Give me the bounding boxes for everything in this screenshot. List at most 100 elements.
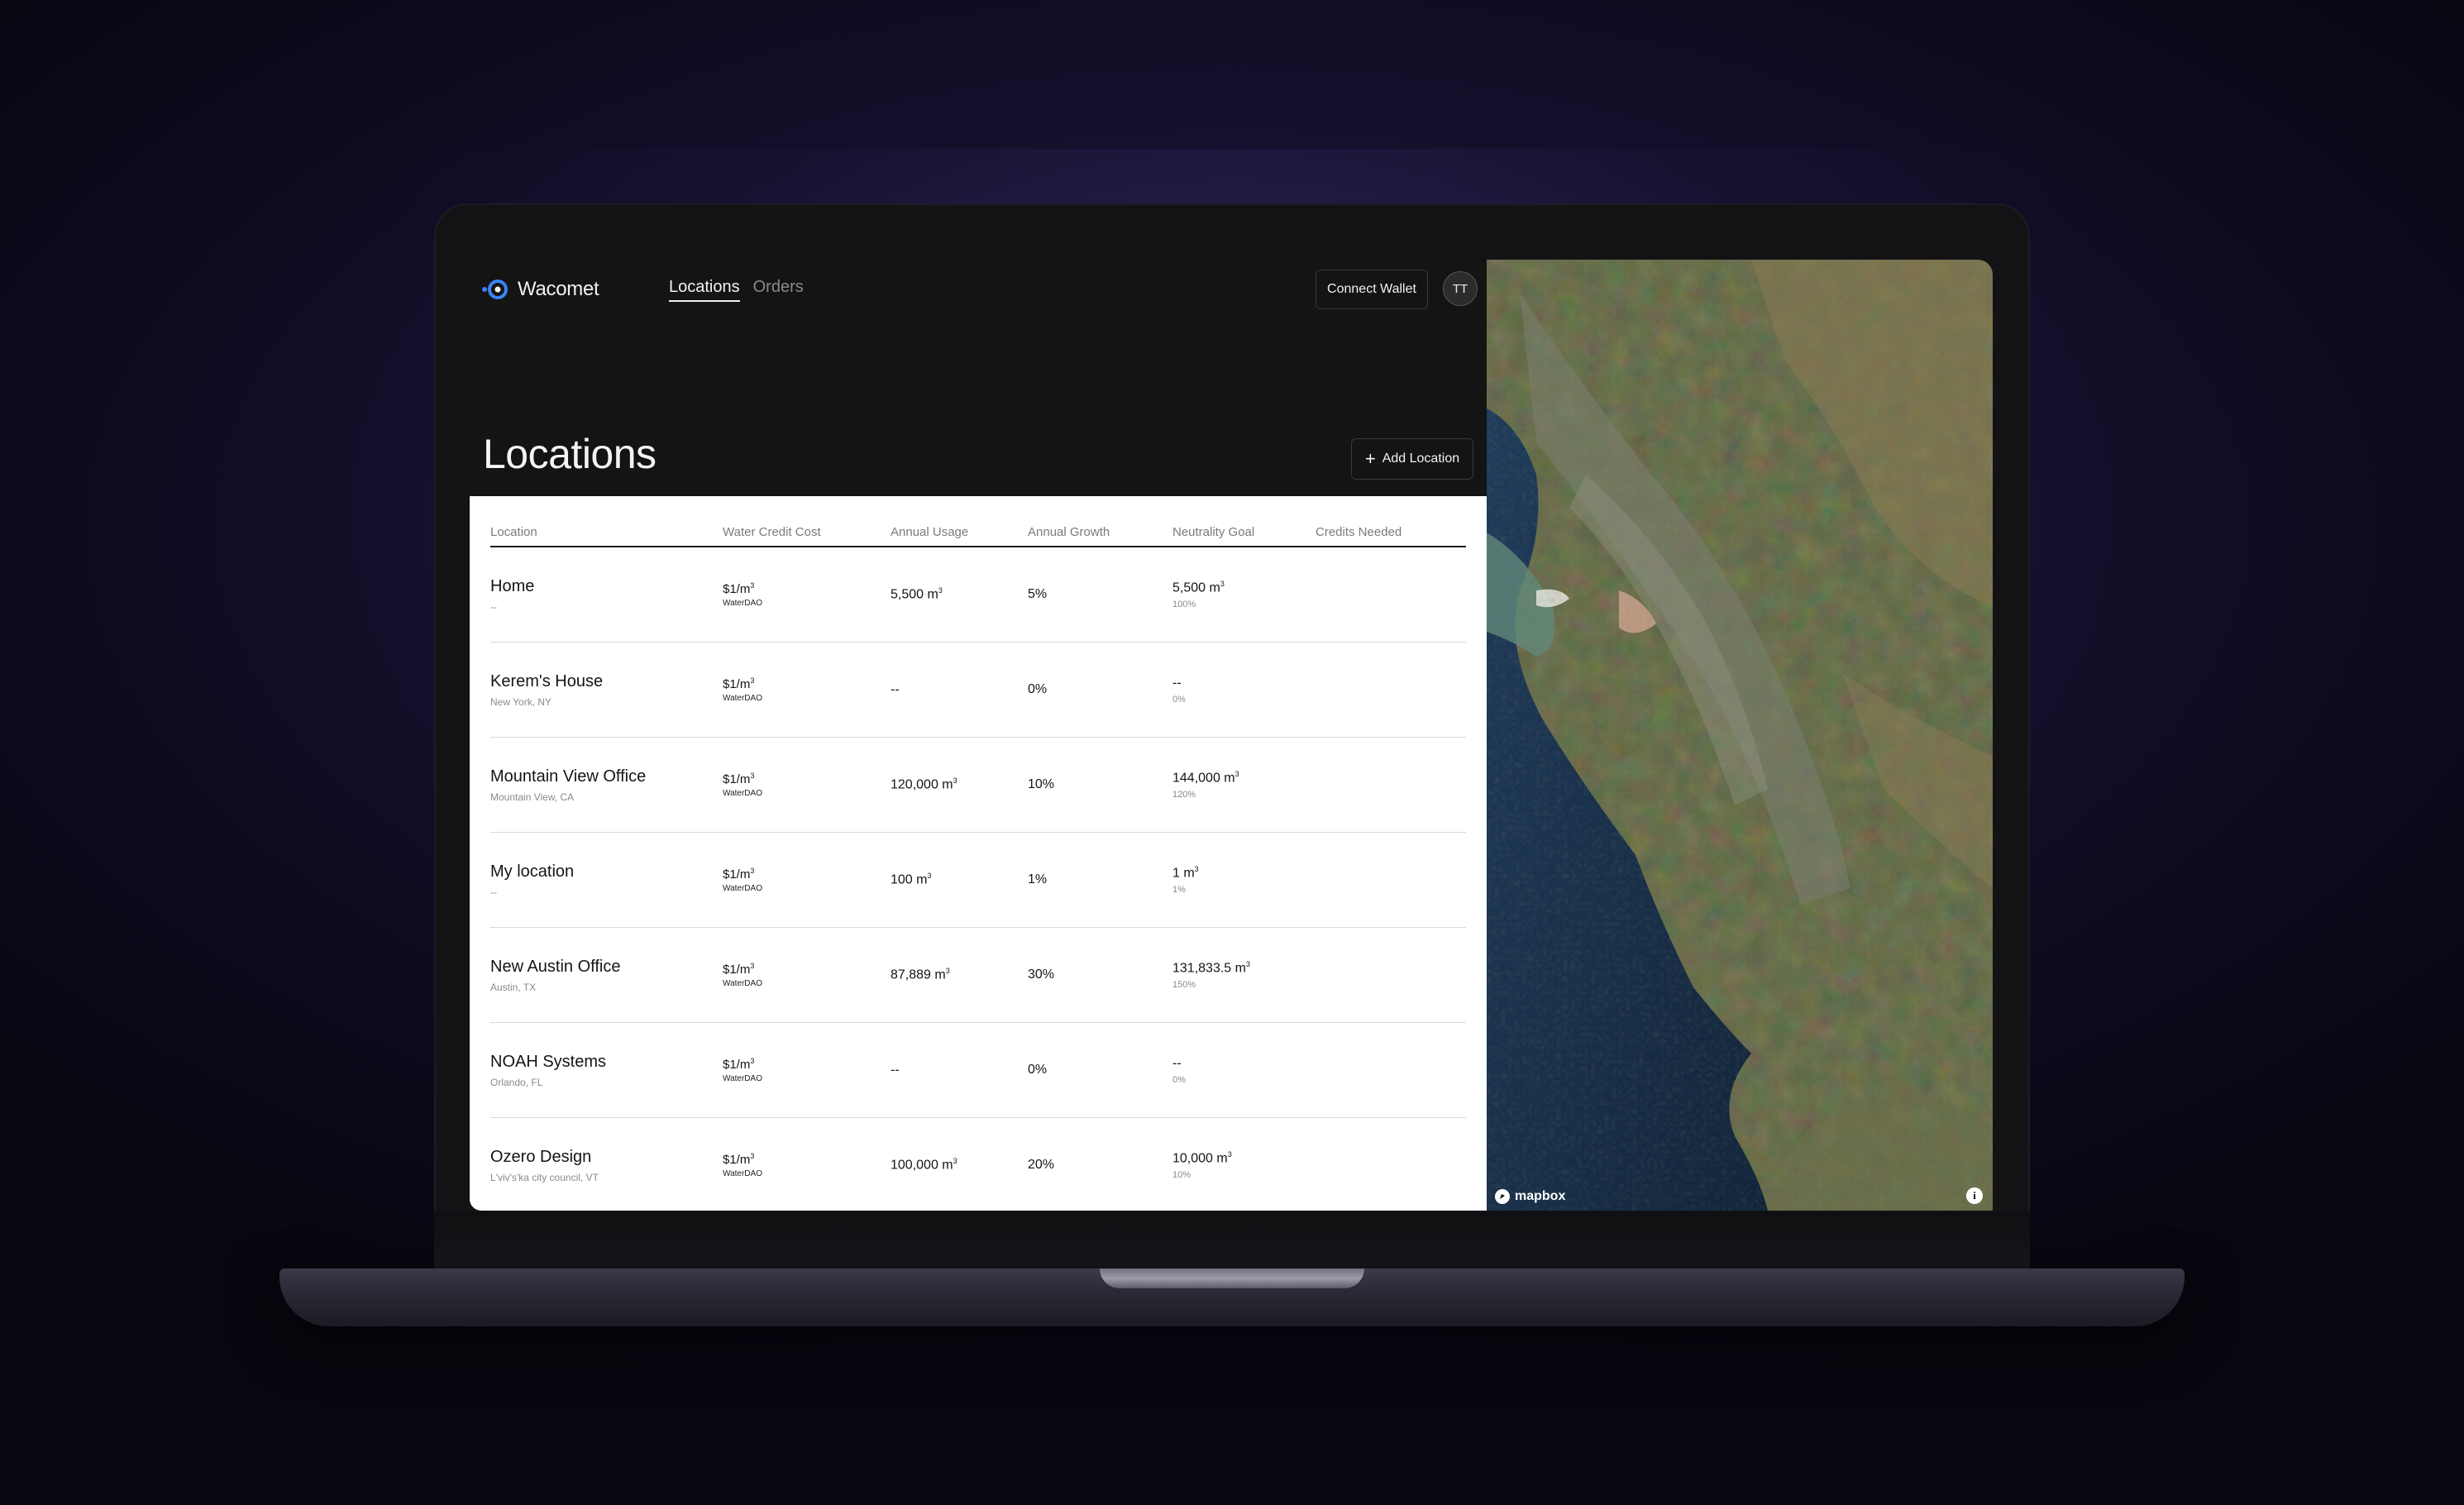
cell-annual-growth: 1%: [1028, 832, 1172, 928]
cell-neutrality-goal: -- 0%: [1172, 642, 1316, 738]
cell-credits-needed: [1316, 737, 1466, 833]
header-annual-usage[interactable]: Annual Usage: [891, 496, 1028, 547]
location-name[interactable]: Ozero Design: [490, 1148, 723, 1167]
credit-cost-text: $1/m: [723, 772, 751, 786]
table-row[interactable]: Home -- $1/m3 WaterDAO 5,500 m3 5% 5,500 m3 100…: [490, 547, 1466, 643]
laptop-bezel: [434, 1211, 2030, 1269]
neutrality-goal-text: 1 m: [1172, 866, 1195, 881]
app-panel: Wacomet Locations Orders Connect Wallet …: [470, 260, 1487, 1211]
credit-cost-unit-sup: 3: [750, 1057, 755, 1065]
mapbox-icon: [1495, 1189, 1510, 1204]
annual-usage-text: --: [891, 1063, 900, 1077]
annual-growth-value: 10%: [1028, 777, 1055, 791]
cell-water-credit-cost: $1/m3 WaterDAO: [723, 832, 891, 928]
plus-icon: +: [1364, 448, 1376, 469]
add-location-label: Add Location: [1382, 452, 1460, 466]
connect-wallet-button[interactable]: Connect Wallet: [1316, 270, 1428, 309]
location-address: --: [490, 600, 497, 613]
neutrality-goal-value: 131,833.5 m3: [1172, 960, 1316, 976]
header-water-credit-cost[interactable]: Water Credit Cost: [723, 496, 891, 547]
tab-locations[interactable]: Locations: [669, 278, 740, 302]
annual-usage-value: --: [891, 1062, 1028, 1077]
neutrality-goal-value: --: [1172, 675, 1316, 690]
header-neutrality-goal[interactable]: Neutrality Goal: [1172, 496, 1316, 547]
location-name[interactable]: My location: [490, 862, 723, 882]
brand-logo[interactable]: Wacomet: [481, 278, 599, 301]
mapbox-attribution[interactable]: mapbox: [1495, 1189, 1565, 1204]
location-address: L'viv's'ka city council, VT: [490, 1171, 599, 1183]
neutrality-goal-percent: 100%: [1172, 599, 1196, 609]
header-credits-needed[interactable]: Credits Needed: [1316, 496, 1466, 547]
neutrality-goal-text: --: [1172, 676, 1182, 690]
cell-annual-growth: 0%: [1028, 642, 1172, 738]
annual-usage-unit-sup: 3: [927, 872, 932, 881]
cell-annual-growth: 30%: [1028, 927, 1172, 1023]
cell-annual-usage: --: [891, 642, 1028, 738]
annual-usage-unit-sup: 3: [953, 776, 957, 786]
cell-neutrality-goal: -- 0%: [1172, 1022, 1316, 1118]
table-row[interactable]: New Austin Office Austin, TX $1/m3 WaterDAO…: [490, 927, 1466, 1023]
annual-usage-unit-sup: 3: [938, 586, 943, 595]
annual-growth-value: 1%: [1028, 872, 1048, 886]
credit-cost-text: $1/m: [723, 867, 751, 882]
locations-table: Location Water Credit Cost Annual Usage …: [490, 496, 1466, 1211]
satellite-map[interactable]: mapbox i: [1487, 260, 1993, 1211]
table-row[interactable]: NOAH Systems Orlando, FL $1/m3 WaterDAO -- 0%…: [490, 1022, 1466, 1118]
credit-provider: WaterDAO: [723, 789, 762, 798]
info-icon[interactable]: i: [1966, 1187, 1983, 1204]
cell-annual-growth: 5%: [1028, 547, 1172, 643]
location-name[interactable]: Mountain View Office: [490, 767, 723, 786]
tab-orders[interactable]: Orders: [753, 278, 804, 302]
cell-location: NOAH Systems Orlando, FL: [490, 1022, 723, 1118]
neutrality-goal-value: 10,000 m3: [1172, 1150, 1316, 1166]
credit-cost-text: $1/m: [723, 1058, 751, 1072]
neutrality-goal-text: 5,500 m: [1172, 580, 1220, 595]
location-name[interactable]: New Austin Office: [490, 958, 723, 977]
cell-annual-growth: 0%: [1028, 1022, 1172, 1118]
table-row[interactable]: Mountain View Office Mountain View, CA $1/…: [490, 737, 1466, 833]
cell-annual-growth: 10%: [1028, 737, 1172, 833]
annual-usage-value: --: [891, 681, 1028, 697]
credit-provider: WaterDAO: [723, 884, 762, 893]
annual-usage-unit-sup: 3: [953, 1157, 957, 1166]
header-annual-growth[interactable]: Annual Growth: [1028, 496, 1172, 547]
cell-credits-needed: [1316, 1022, 1466, 1118]
cell-location: New Austin Office Austin, TX: [490, 927, 723, 1023]
location-address: Austin, TX: [490, 981, 537, 993]
cell-annual-growth: 20%: [1028, 1117, 1172, 1211]
neutrality-goal-unit-sup: 3: [1234, 770, 1239, 779]
avatar[interactable]: TT: [1443, 271, 1478, 306]
top-bar: Wacomet Locations Orders Connect Wallet …: [470, 260, 1487, 319]
annual-usage-text: 100,000 m: [891, 1158, 953, 1173]
header-location[interactable]: Location: [490, 496, 723, 547]
credit-provider: WaterDAO: [723, 979, 762, 988]
annual-growth-value: 0%: [1028, 682, 1048, 696]
credit-provider: WaterDAO: [723, 1074, 762, 1083]
neutrality-goal-percent: 0%: [1172, 694, 1186, 705]
annual-usage-value: 120,000 m3: [891, 776, 1028, 792]
credit-provider: WaterDAO: [723, 1169, 762, 1178]
mapbox-label: mapbox: [1515, 1189, 1566, 1203]
map-imagery: [1487, 260, 1993, 1211]
cell-location: My location --: [490, 832, 723, 928]
credit-cost-unit-sup: 3: [750, 962, 755, 970]
add-location-button[interactable]: + Add Location: [1351, 438, 1473, 480]
table-row[interactable]: Kerem's House New York, NY $1/m3 WaterDAO --…: [490, 642, 1466, 738]
cell-annual-usage: --: [891, 1022, 1028, 1118]
annual-usage-text: --: [891, 682, 900, 697]
table-row[interactable]: My location -- $1/m3 WaterDAO 100 m3 1% 1 m3 1%: [490, 832, 1466, 928]
neutrality-goal-percent: 1%: [1172, 884, 1186, 895]
neutrality-goal-text: 144,000 m: [1172, 771, 1235, 786]
location-name[interactable]: Kerem's House: [490, 672, 723, 691]
credit-cost-unit-sup: 3: [750, 772, 755, 780]
table-row[interactable]: Ozero Design L'viv's'ka city council, VT $…: [490, 1117, 1466, 1211]
location-name[interactable]: NOAH Systems: [490, 1053, 723, 1072]
credit-cost-unit-sup: 3: [750, 676, 755, 685]
cell-water-credit-cost: $1/m3 WaterDAO: [723, 927, 891, 1023]
neutrality-goal-value: 144,000 m3: [1172, 770, 1316, 786]
credit-cost-value: $1/m3: [723, 962, 891, 977]
location-name[interactable]: Home: [490, 577, 723, 596]
location-address: --: [490, 886, 497, 898]
credit-provider: WaterDAO: [723, 694, 762, 703]
credit-cost-unit-sup: 3: [750, 867, 755, 875]
